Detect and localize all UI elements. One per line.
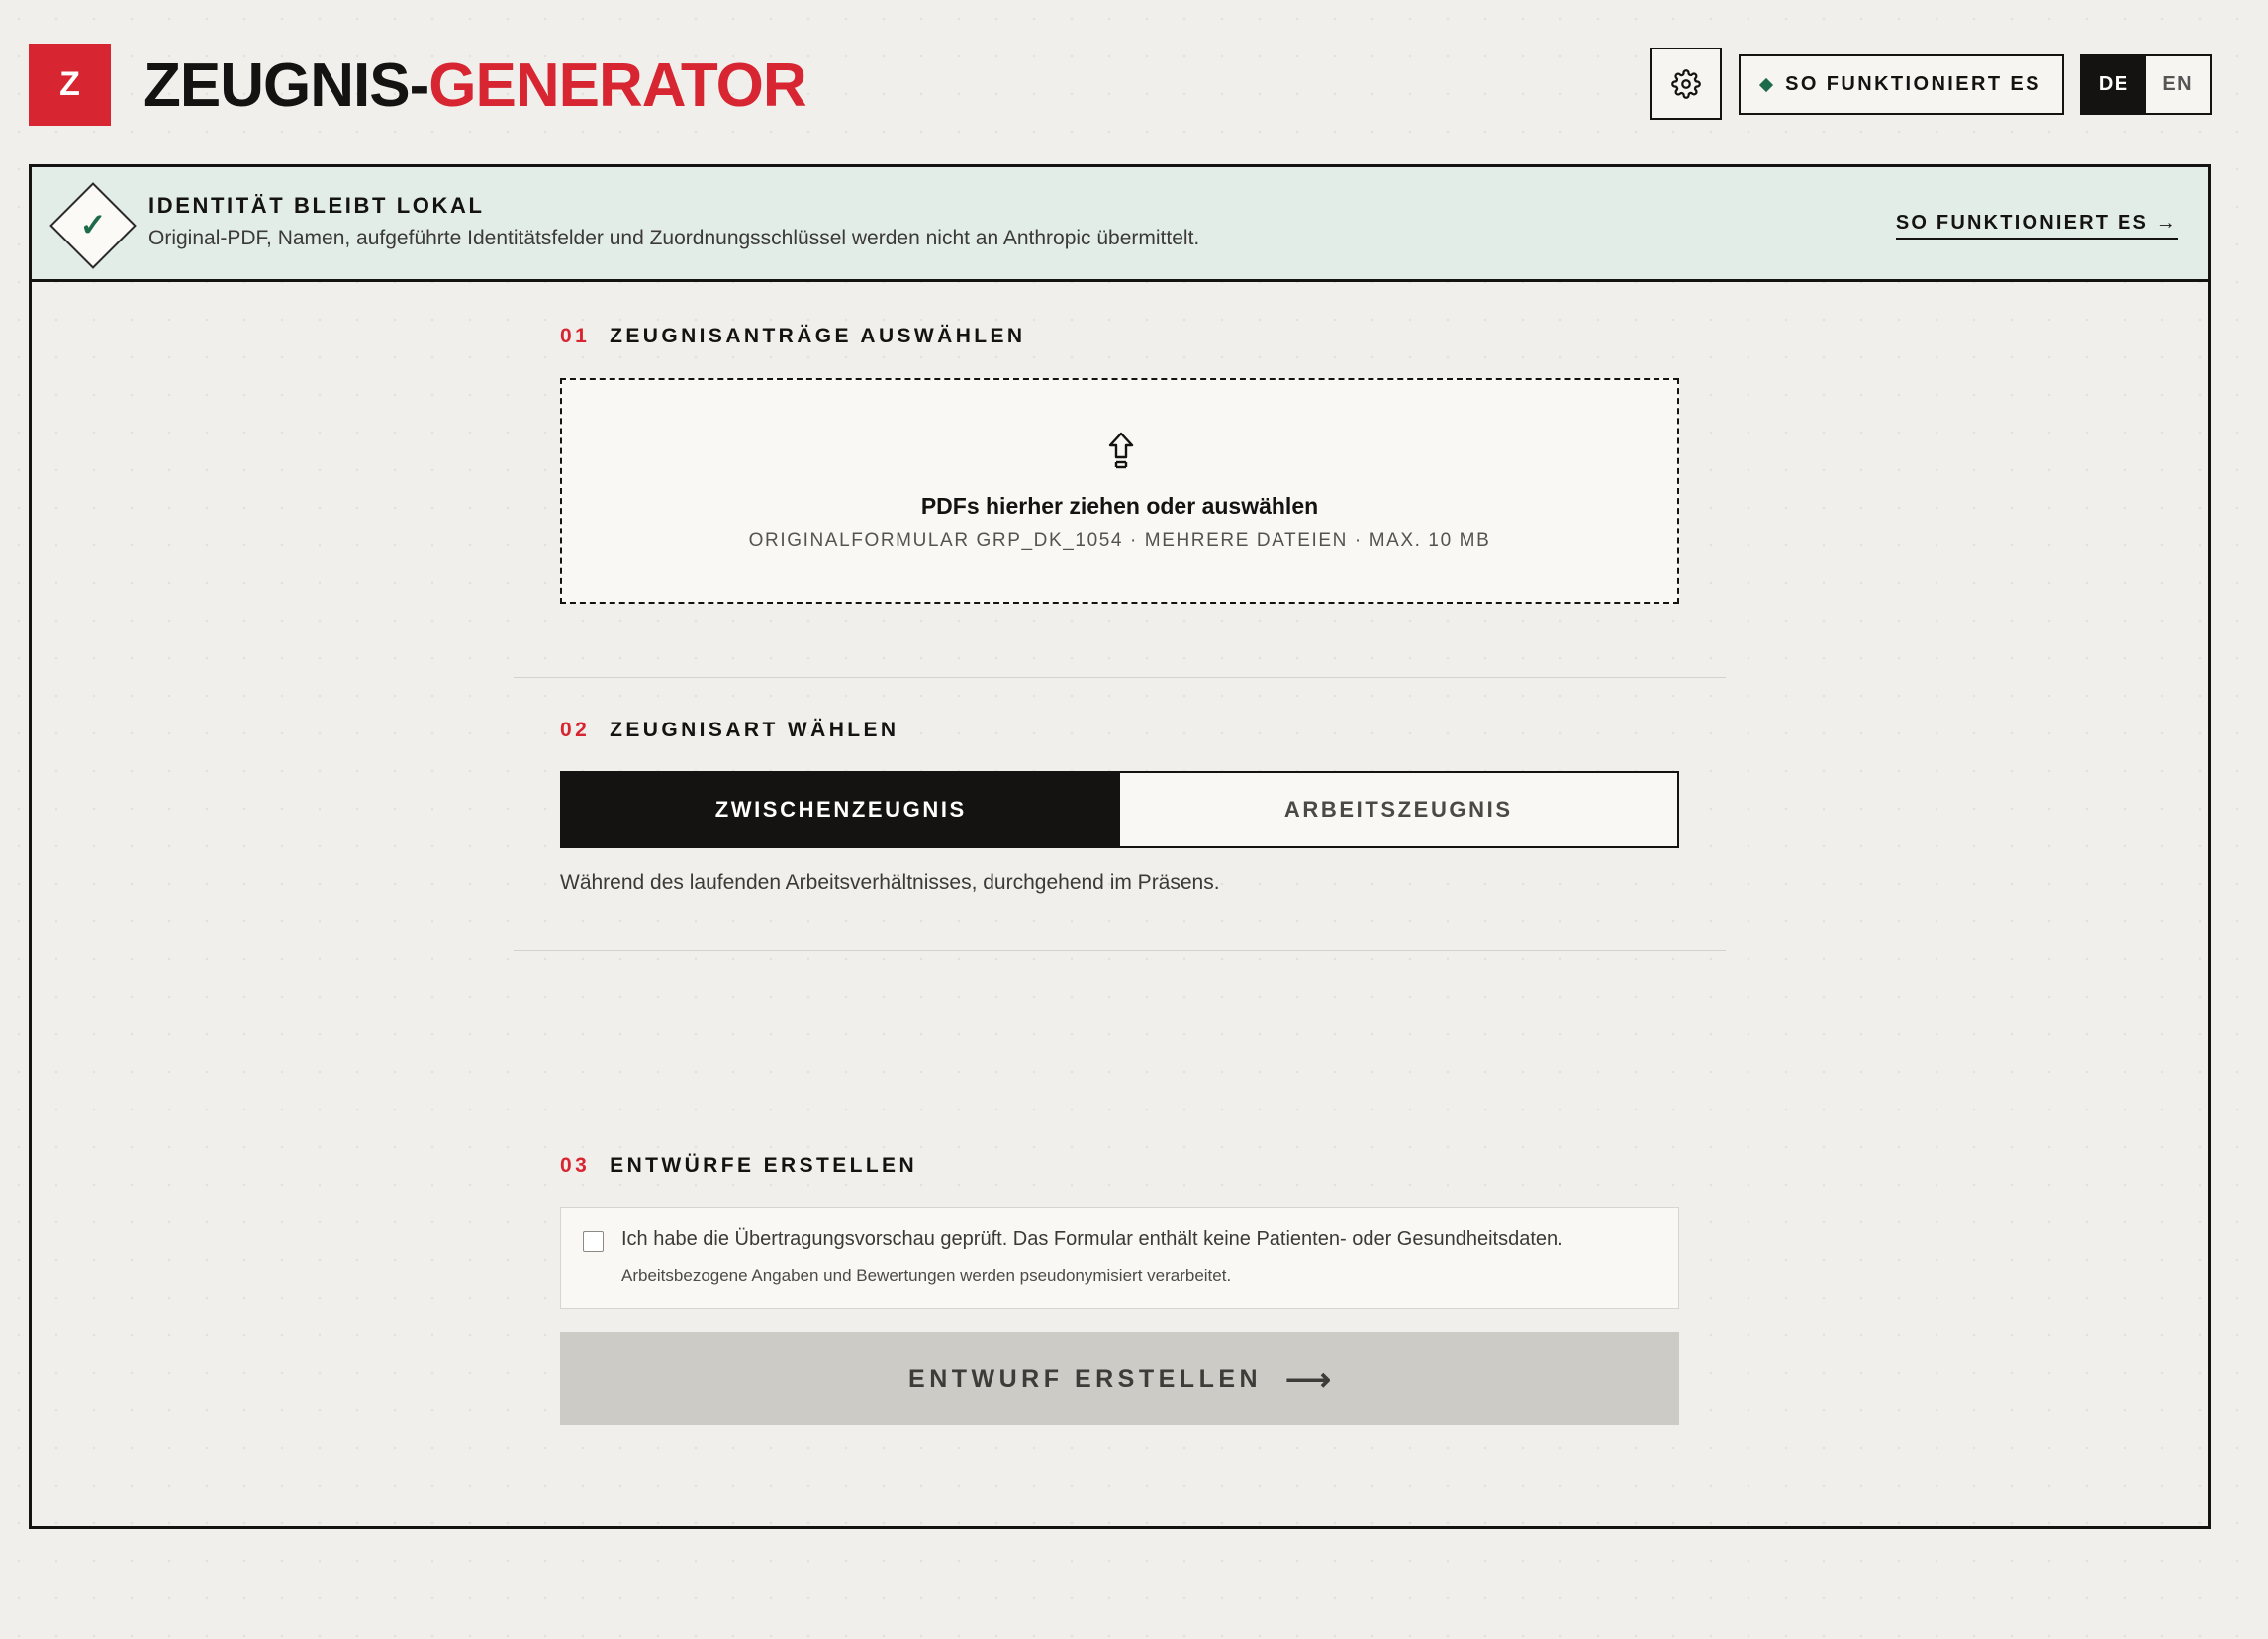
how-it-works-label: SO FUNKTIONIERT ES [1785,73,2041,95]
confirmation-box: Ich habe die Übertragungsvorschau geprüf… [560,1207,1679,1309]
gear-icon [1670,68,1701,99]
app-title: ZEUGNIS- GENERATOR [143,46,807,125]
app-title-part1: ZEUGNIS- [143,50,429,120]
step1-number: 01 [560,325,591,347]
confirmation-subtext: Arbeitsbezogene Angaben und Bewertungen … [621,1266,1232,1285]
banner-how-it-works-link[interactable]: SO FUNKTIONIERT ES → [1895,212,2178,240]
step2-heading: 02 ZEUGNISART WÄHLEN [560,719,898,742]
logo: Z [29,44,111,126]
create-draft-button[interactable]: ENTWURF ERSTELLEN ⟶ [560,1332,1679,1425]
banner-title: IDENTITÄT BLEIBT LOKAL [148,193,485,218]
banner-text: Original-PDF, Namen, aufgeführte Identit… [148,227,1200,249]
step2-number: 02 [560,719,591,741]
logo-letter: Z [59,65,80,103]
step3-number: 03 [560,1154,591,1177]
section-divider [514,677,1726,678]
main-panel: ✓ IDENTITÄT BLEIBT LOKAL Original-PDF, N… [29,164,2211,1529]
language-en-button[interactable]: EN [2145,56,2210,113]
step3-heading: 03 ENTWÜRFE ERSTELLEN [560,1154,917,1178]
section-divider [514,950,1726,951]
step1-title: ZEUGNISANTRÄGE AUSWÄHLEN [610,325,1026,347]
confirmation-label: Ich habe die Übertragungsvorschau geprüf… [621,1228,1563,1250]
privacy-banner: ✓ IDENTITÄT BLEIBT LOKAL Original-PDF, N… [32,167,2208,282]
confirmation-checkbox[interactable] [583,1231,604,1252]
certificate-type-description: Während des laufenden Arbeitsverhältniss… [560,871,1220,894]
settings-button[interactable] [1650,48,1722,120]
certificate-type-toggle: ZWISCHENZEUGNIS ARBEITSZEUGNIS [560,771,1679,848]
step2-title: ZEUGNISART WÄHLEN [610,719,899,741]
check-icon: ✓ [79,207,107,242]
upload-arrow-icon [1108,432,1134,469]
step1-heading: 01 ZEUGNISANTRÄGE AUSWÄHLEN [560,325,1026,348]
how-it-works-button[interactable]: SO FUNKTIONIERT ES [1739,54,2064,115]
app-title-part2: GENERATOR [428,50,806,120]
dropzone-hint: ORIGINALFORMULAR GRP_DK_1054 · MEHRERE D… [748,530,1491,551]
create-draft-label: ENTWURF ERSTELLEN [908,1364,1263,1393]
language-switch: DE EN [2080,54,2212,115]
step3-title: ENTWÜRFE ERSTELLEN [610,1154,918,1177]
option-arbeitszeugnis[interactable]: ARBEITSZEUGNIS [1119,773,1677,846]
diamond-icon [1759,77,1774,92]
dropzone-title: PDFs hierher ziehen oder auswählen [920,493,1319,519]
arrow-right-icon: ⟶ [1285,1361,1331,1397]
option-zwischenzeugnis[interactable]: ZWISCHENZEUGNIS [562,773,1120,846]
pdf-dropzone[interactable] [560,378,1679,604]
language-de-button[interactable]: DE [2082,56,2146,113]
